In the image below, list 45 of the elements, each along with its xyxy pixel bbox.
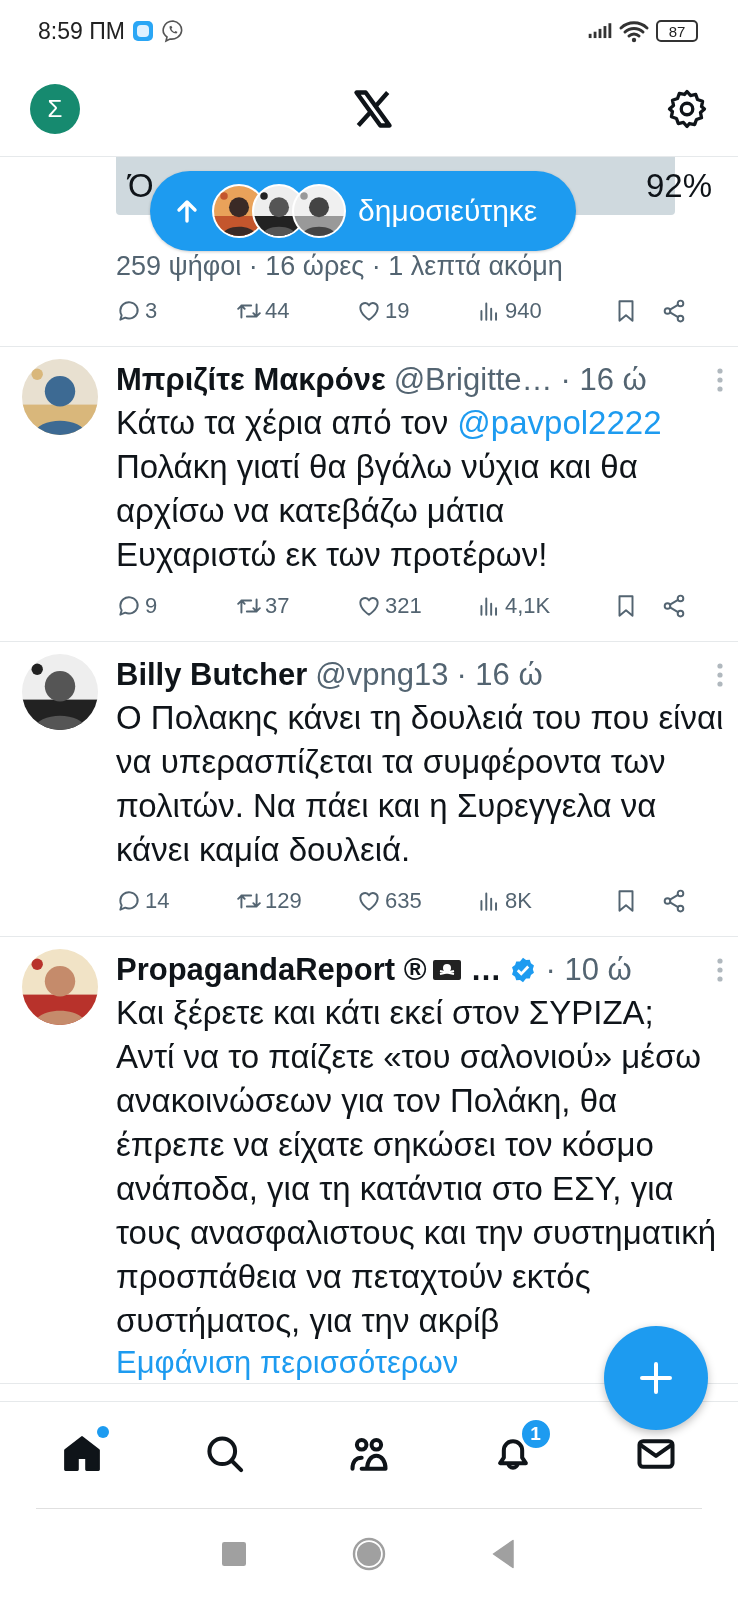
post-time: · 16 ώ (560, 362, 647, 398)
account-avatar[interactable]: Σ (30, 84, 80, 134)
stat-count: 44 (265, 298, 290, 324)
stat-count: 635 (385, 888, 422, 914)
stat-count: 9 (145, 593, 158, 619)
reply-icon[interactable] (116, 593, 142, 619)
stat-count: 19 (385, 298, 410, 324)
post-time: · 16 ώ (456, 657, 543, 693)
stat-count: 8K (505, 888, 532, 914)
stat-count: 3 (145, 298, 158, 324)
stat-count: 940 (505, 298, 542, 324)
stat-count: 321 (385, 593, 422, 619)
post-text: Και ξέρετε και κάτι εκεί στον ΣΥΡΙΖΑ; Αντί να το παίζετε «του σαλονιού» μέσω ανακοινώσεων για τον Πολάκη, θα έπρεπε να είχατε σηκώσει τον κόσμο ανάποδα, για τη κατάντια στο ΕΣΥ, για τους ανασφαλιστους και την συστηματική προσπάθεια να πεταχτούν εκτός συστήματος, για την ακρίβ (116, 993, 717, 1341)
name-ellipsis: … (470, 952, 502, 988)
battery-icon: 87 (656, 20, 698, 42)
show-more-link[interactable]: Εμφάνιση περισσότερων (116, 1343, 459, 1383)
author-handle: @vpng13 (315, 657, 449, 693)
author-name[interactable]: Μπριζίτε Μακρόνε (116, 362, 386, 398)
settings-icon[interactable] (666, 88, 708, 130)
post-text: Ο Πολακης κάνει τη δουλειά του που είναι να υπερασπίζεται τα συμφέροντα των πολιτών. Να πάει και η Συρεγγελα να κάνει καμία δουλειά. (116, 698, 724, 870)
post-time: · 10 ώ (545, 952, 632, 988)
author-handle: @Brigitte… (393, 362, 553, 398)
app-icon (130, 19, 155, 43)
post-text: Κάτω τα χέρια από τον @pavpol2222 Πολάκη γιατί θα βγάλω νύχια και θα αρχίσω να κατεβάζω μάτια Ευχαριστώ εκ των προτέρων! (116, 403, 663, 575)
wifi-icon (618, 19, 650, 43)
notification-badge: 1 (519, 1418, 552, 1450)
reply-icon[interactable] (116, 298, 142, 324)
author-name[interactable]: Billy Butcher (116, 657, 308, 693)
stat-count: 129 (265, 888, 302, 914)
clock-time: 8:59 ΠΜ (38, 17, 125, 45)
share-icon[interactable] (661, 888, 687, 914)
mention-link[interactable]: @pavpol2222 (457, 404, 662, 441)
home-button-icon[interactable] (351, 1536, 387, 1572)
share-icon[interactable] (661, 593, 687, 619)
stat-count: 4,1K (505, 593, 551, 619)
stat-count: 37 (265, 593, 290, 619)
reply-icon[interactable] (116, 888, 142, 914)
stat-count: 14 (145, 888, 170, 914)
arrow-up-icon (176, 199, 198, 223)
phone-chat-icon (160, 19, 185, 43)
poll-percent: 92% (645, 167, 712, 205)
share-icon[interactable] (661, 298, 687, 324)
poll-votes: 259 ψήφοι · 16 ώρες · 1 λεπτά ακόμη (116, 251, 564, 282)
author-name[interactable]: PropagandaReport ® (116, 952, 427, 988)
x-logo[interactable] (351, 87, 395, 131)
